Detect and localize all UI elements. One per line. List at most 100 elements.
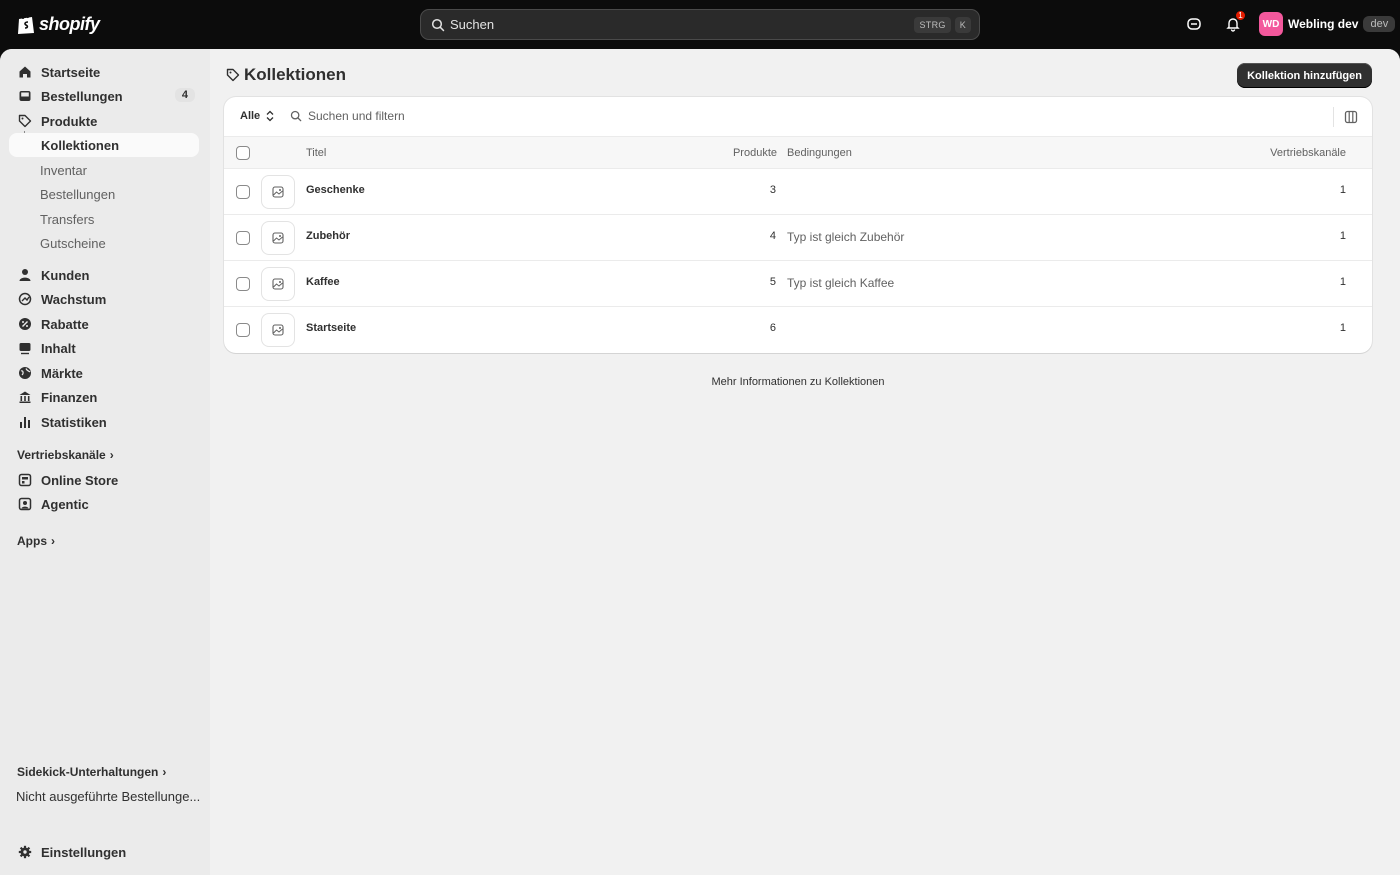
- sidebar-item-maerkte[interactable]: Märkte: [9, 361, 199, 385]
- more-info-link[interactable]: Mehr Informationen zu Kollektionen: [210, 376, 1386, 388]
- sidebar-item-statistiken[interactable]: Statistiken: [9, 410, 199, 434]
- select-arrows-icon: [266, 110, 274, 122]
- sidebar-item-label: Bestellungen: [41, 88, 123, 104]
- sidebar-item-wachstum[interactable]: Wachstum: [9, 287, 199, 311]
- sidebar-item-kollektionen[interactable]: Kollektionen: [9, 133, 199, 157]
- table-search[interactable]: Suchen und filtern: [290, 109, 405, 123]
- tag-icon: [226, 68, 240, 82]
- divider: [1333, 107, 1334, 127]
- collection-products: 4: [769, 230, 776, 242]
- sidebar-item-online-store[interactable]: Online Store: [9, 468, 199, 492]
- sidebar-item-agentic[interactable]: Agentic: [9, 492, 199, 516]
- gear-icon: [18, 845, 32, 859]
- sidebar-item-inventar[interactable]: Inventar: [40, 163, 87, 178]
- shortcut-key-k: K: [954, 16, 971, 33]
- section-apps[interactable]: Apps ›: [17, 534, 55, 548]
- collection-products: 6: [769, 322, 776, 334]
- collection-title[interactable]: Kaffee: [306, 276, 340, 288]
- sidebar-item-startseite[interactable]: Startseite: [9, 60, 199, 84]
- sidebar-item-bestellungen[interactable]: Bestellungen 4: [9, 84, 199, 108]
- top-bar: shopify Suchen STRG K 1 WD Webling dev d…: [0, 0, 1400, 49]
- sidebar-item-bestellungen-sub[interactable]: Bestellungen: [40, 187, 115, 202]
- chevron-right-icon: ›: [109, 448, 114, 462]
- table-row[interactable]: Zubehör 4 Typ ist gleich Zubehör 1: [224, 215, 1372, 261]
- inbox-icon: [18, 89, 32, 103]
- sidebar-item-einstellungen[interactable]: Einstellungen: [9, 840, 199, 864]
- page-title-text: Kollektionen: [244, 65, 347, 84]
- columns-button[interactable]: [1342, 108, 1360, 126]
- table-row[interactable]: Geschenke 3 1: [224, 169, 1372, 215]
- select-all-checkbox[interactable]: [236, 146, 250, 160]
- content-icon: [18, 341, 32, 355]
- sidebar-item-label: Agentic: [41, 496, 89, 512]
- sidebar-item-label: Produkte: [41, 113, 98, 129]
- sidebar-item-transfers[interactable]: Transfers: [40, 212, 94, 227]
- logo-text: shopify: [39, 13, 100, 34]
- table-row[interactable]: Kaffee 5 Typ ist gleich Kaffee 1: [224, 261, 1372, 307]
- section-label: Apps: [17, 534, 47, 548]
- sidebar-item-produkte[interactable]: Produkte: [9, 109, 199, 133]
- sidebar-item-label: Online Store: [41, 472, 119, 488]
- sidebar-item-label: Finanzen: [41, 389, 98, 405]
- store-icon: [18, 473, 32, 487]
- collection-title[interactable]: Zubehör: [306, 230, 350, 242]
- sidebar-item-label: Inhalt: [41, 340, 76, 356]
- collection-channels: 1: [1339, 230, 1346, 242]
- search-icon: [431, 18, 445, 31]
- section-sidekick[interactable]: Sidekick-Unterhaltungen ›: [17, 765, 166, 779]
- image-placeholder-icon: [272, 186, 284, 198]
- image-placeholder-icon: [272, 324, 284, 336]
- store-tag: dev: [1363, 16, 1396, 32]
- notifications-button[interactable]: 1: [1223, 11, 1245, 34]
- sidebar-item-rabatte[interactable]: Rabatte: [9, 312, 199, 336]
- collection-products: 5: [769, 276, 776, 288]
- sidekick-conversation-item[interactable]: Nicht ausgeführte Bestellunge...: [16, 789, 200, 804]
- add-collection-button[interactable]: Kollektion hinzufügen: [1237, 63, 1372, 88]
- store-name: Webling dev: [1288, 17, 1359, 31]
- tag-icon: [18, 114, 32, 128]
- column-header-titel[interactable]: Titel: [306, 147, 326, 159]
- table-header: Titel Produkte Bedingungen Vertriebskanä…: [224, 136, 1372, 169]
- person-icon: [18, 268, 32, 282]
- collection-channels: 1: [1339, 184, 1346, 196]
- section-vertriebskanaele[interactable]: Vertriebskanäle ›: [17, 448, 114, 462]
- collection-title[interactable]: Geschenke: [306, 184, 365, 196]
- row-checkbox[interactable]: [236, 277, 250, 291]
- sidebar-item-label: Märkte: [41, 365, 83, 381]
- sidebar-item-label: Einstellungen: [41, 844, 127, 860]
- chevron-right-icon: ›: [162, 765, 167, 779]
- row-checkbox[interactable]: [236, 323, 250, 337]
- collections-table-card: Alle Suchen und filtern Titel Produkte B…: [224, 97, 1372, 353]
- account-menu[interactable]: WD Webling dev dev: [1259, 12, 1396, 36]
- collection-thumbnail: [261, 313, 295, 347]
- sidebar-item-gutscheine[interactable]: Gutscheine: [40, 236, 106, 251]
- sidebar: Startseite Bestellungen 4 Produkte Kolle…: [0, 49, 210, 875]
- collection-title[interactable]: Startseite: [306, 322, 356, 334]
- section-label: Sidekick-Unterhaltungen: [17, 765, 159, 779]
- row-checkbox[interactable]: [236, 185, 250, 199]
- collection-conditions: Typ ist gleich Kaffee: [787, 276, 895, 290]
- view-select-label: Alle: [240, 110, 261, 122]
- home-icon: [18, 65, 32, 79]
- global-search[interactable]: Suchen STRG K: [420, 9, 980, 40]
- shopify-logo[interactable]: shopify: [16, 12, 100, 36]
- table-row[interactable]: Startseite 6 1: [224, 307, 1372, 353]
- column-header-produkte[interactable]: Produkte: [733, 147, 777, 159]
- sidekick-button[interactable]: [1184, 14, 1204, 34]
- orders-count-badge: 4: [174, 88, 195, 102]
- collection-thumbnail: [261, 267, 295, 301]
- sidebar-item-inhalt[interactable]: Inhalt: [9, 336, 199, 360]
- sidebar-item-kunden[interactable]: Kunden: [9, 263, 199, 287]
- sidebar-item-label: Rabatte: [41, 316, 89, 332]
- main-content: Kollektionen Kollektion hinzufügen Alle …: [210, 49, 1400, 875]
- row-checkbox[interactable]: [236, 231, 250, 245]
- table-search-placeholder: Suchen und filtern: [308, 109, 405, 123]
- sidebar-item-finanzen[interactable]: Finanzen: [9, 385, 199, 409]
- section-label: Vertriebskanäle: [17, 448, 106, 462]
- sidekick-icon: [1187, 18, 1201, 30]
- column-header-bedingungen[interactable]: Bedingungen: [787, 147, 852, 159]
- view-select[interactable]: Alle: [240, 110, 275, 122]
- collection-channels: 1: [1339, 322, 1346, 334]
- column-header-vertriebskanaele[interactable]: Vertriebskanäle: [1270, 147, 1346, 159]
- sidebar-item-label: Statistiken: [41, 414, 107, 430]
